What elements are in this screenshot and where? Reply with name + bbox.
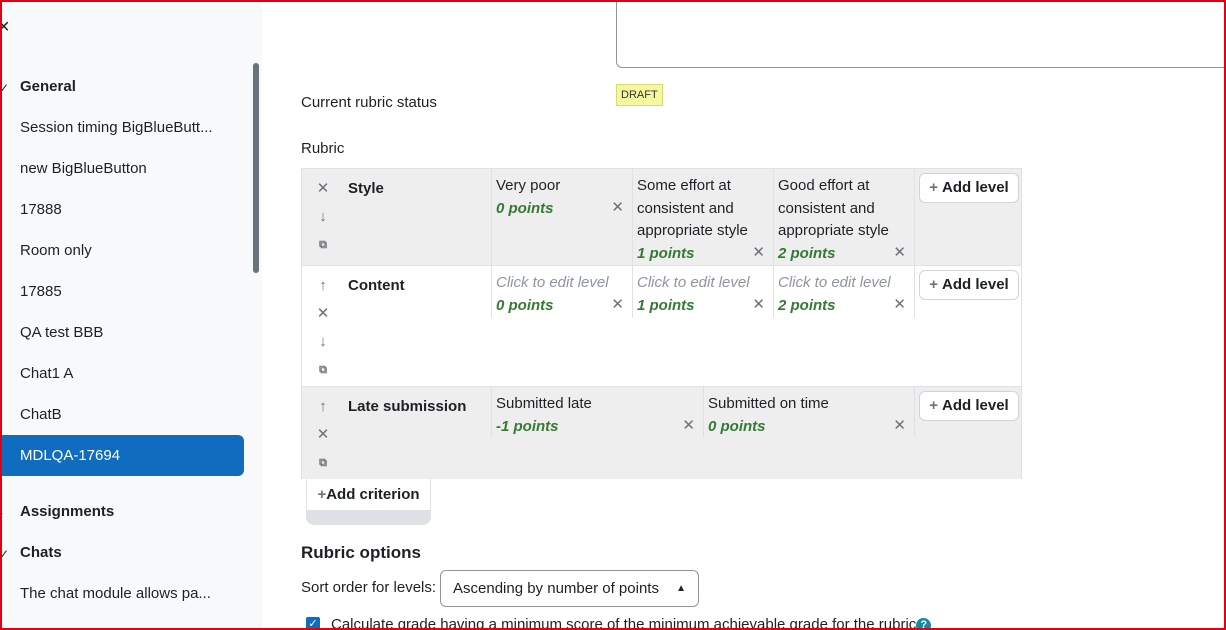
sidebar-item[interactable]: ChatB [20,406,62,423]
add-level-button[interactable]: + Add level [919,270,1019,300]
level-definition[interactable]: Some effort at consistent and appropriat… [637,175,769,243]
criterion-row-late-submission: ↑ ✕ ⧉ Late submission Submitted late -1 … [302,387,1021,479]
rubric-status-label: Current rubric status [301,94,437,111]
level-points[interactable]: -1 points [496,416,699,439]
description-textarea[interactable] [616,0,1226,68]
delete-criterion-icon[interactable]: ✕ [316,427,330,442]
delete-level-icon[interactable]: ✕ [893,415,906,438]
chevron-down-icon[interactable]: ✓ [0,81,9,95]
level-cell[interactable]: Submitted on time 0 points ✕ [703,387,914,437]
add-criterion-button[interactable]: +Add criterion [306,479,431,511]
delete-level-icon[interactable]: ✕ [752,294,765,317]
course-index-drawer: × ✓ General Session timing BigBlueButt..… [0,0,262,630]
sidebar-scrollbar[interactable] [253,63,259,273]
sidebar-item[interactable]: Room only [20,242,92,259]
delete-level-icon[interactable]: ✕ [611,294,624,317]
level-definition[interactable]: Good effort at consistent and appropriat… [778,175,910,243]
sidebar-item[interactable]: new BigBlueButton [20,160,147,177]
plus-icon: + [929,276,939,293]
level-definition[interactable]: Submitted late [496,393,699,416]
level-cell[interactable]: Very poor 0 points ✕ [491,169,632,265]
criterion-name[interactable]: Style [348,180,384,197]
level-definition[interactable]: Submitted on time [708,393,910,416]
plus-icon: + [317,486,327,503]
sidebar-item[interactable]: 17885 [20,283,62,300]
delete-criterion-icon[interactable]: ✕ [316,181,330,196]
level-definition[interactable]: Click to edit level [496,272,628,295]
sidebar-item[interactable]: Chat1 A [20,365,73,382]
section-chats[interactable]: Chats [20,544,62,561]
sort-order-label: Sort order for levels: [301,579,437,596]
delete-level-icon[interactable]: ✕ [752,242,765,265]
level-cell[interactable]: Submitted late -1 points ✕ [491,387,703,437]
criterion-row-style: ✕ ↓ ⧉ Style Very poor 0 points ✕ Some ef… [302,169,1021,265]
sort-order-select[interactable]: Ascending by number of points ▲ [440,570,699,607]
move-up-icon[interactable]: ↑ [316,278,330,293]
criterion-row-content: ↑ ✕ ↓ ⧉ Content Click to edit level 0 po… [302,266,1021,386]
criterion-name[interactable]: Late submission [348,398,466,415]
plus-icon: + [929,179,939,196]
rubric-editor: ✕ ↓ ⧉ Style Very poor 0 points ✕ Some ef… [301,168,1022,479]
sidebar-item[interactable]: The chat module allows pa... [20,585,211,602]
chevron-down-icon[interactable]: ✓ [0,547,9,561]
close-drawer-icon[interactable]: × [0,17,10,37]
sidebar-item[interactable]: 17888 [20,201,62,218]
move-up-icon[interactable]: ↑ [316,399,330,414]
level-cell[interactable]: Click to edit level 2 points ✕ [773,266,914,318]
section-general[interactable]: General [20,78,76,95]
add-criterion-container: +Add criterion [306,479,431,525]
min-score-checkbox[interactable]: ✓ [306,617,320,630]
level-definition[interactable]: Click to edit level [778,272,910,295]
rubric-label: Rubric [301,140,345,157]
delete-level-icon[interactable]: ✕ [893,242,906,265]
sidebar-item[interactable]: QA test BBB [20,324,103,341]
status-badge: DRAFT [616,84,663,106]
delete-level-icon[interactable]: ✕ [682,415,695,438]
level-points[interactable]: 1 points [637,243,769,266]
level-points[interactable]: 0 points [496,198,628,221]
plus-icon: + [929,397,939,414]
section-assignments[interactable]: Assignments [20,503,114,520]
duplicate-icon[interactable]: ⧉ [316,238,330,252]
level-points[interactable]: 2 points [778,243,910,266]
delete-criterion-icon[interactable]: ✕ [316,306,330,321]
level-points[interactable]: 2 points [778,295,910,318]
select-caret-icon: ▲ [676,583,686,594]
sidebar-item-active[interactable]: MDLQA-17694 [0,435,244,476]
sidebar-item[interactable]: Session timing BigBlueButt... [20,119,213,136]
duplicate-icon[interactable]: ⧉ [316,363,330,377]
level-definition[interactable]: Click to edit level [637,272,769,295]
level-points[interactable]: 0 points [496,295,628,318]
add-level-button[interactable]: + Add level [919,391,1019,421]
delete-level-icon[interactable]: ✕ [893,294,906,317]
level-points[interactable]: 0 points [708,416,910,439]
level-cell[interactable]: Click to edit level 0 points ✕ [491,266,632,318]
level-cell[interactable]: Click to edit level 1 points ✕ [632,266,773,318]
delete-level-icon[interactable]: ✕ [611,197,624,220]
level-cell[interactable]: Some effort at consistent and appropriat… [632,169,773,265]
level-definition[interactable]: Very poor [496,175,628,198]
duplicate-icon[interactable]: ⧉ [316,456,330,470]
move-down-icon[interactable]: ↓ [316,334,330,349]
min-score-label: Calculate grade having a minimum score o… [331,616,932,630]
help-icon[interactable]: ? [916,617,932,630]
move-down-icon[interactable]: ↓ [316,209,330,224]
chevron-right-icon[interactable]: › [0,506,3,520]
level-points[interactable]: 1 points [637,295,769,318]
criterion-name[interactable]: Content [348,277,405,294]
rubric-options-heading: Rubric options [301,543,421,562]
add-level-button[interactable]: + Add level [919,173,1019,203]
level-cell[interactable]: Good effort at consistent and appropriat… [773,169,914,265]
